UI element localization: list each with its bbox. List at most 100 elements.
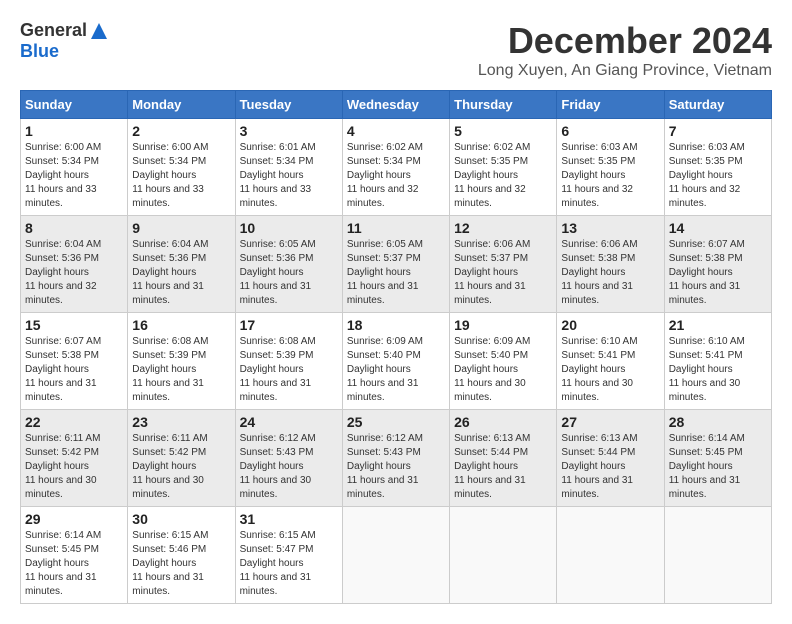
day-info: Sunrise: 6:10 AMSunset: 5:41 PMDaylight … (561, 335, 659, 405)
day-number: 16 (132, 317, 230, 333)
weekday-header-tuesday: Tuesday (235, 91, 342, 119)
calendar-week-row: 8Sunrise: 6:04 AMSunset: 5:36 PMDaylight… (21, 216, 772, 313)
day-info: Sunrise: 6:10 AMSunset: 5:41 PMDaylight … (669, 335, 767, 405)
calendar-cell: 30 Sunrise: 6:15 AMSunset: 5:46 PMDayligh… (128, 507, 235, 604)
day-number: 15 (25, 317, 123, 333)
logo-blue-text: Blue (20, 41, 59, 62)
calendar-cell: 26 Sunrise: 6:13 AMSunset: 5:44 PMDayligh… (450, 410, 557, 507)
day-info: Sunrise: 6:04 AMSunset: 5:36 PMDaylight … (25, 238, 123, 308)
weekday-header-monday: Monday (128, 91, 235, 119)
calendar-cell: 19Sunrise: 6:09 AMSunset: 5:40 PMDayligh… (450, 313, 557, 410)
calendar-cell (342, 507, 449, 604)
calendar-cell: 4Sunrise: 6:02 AMSunset: 5:34 PMDaylight… (342, 119, 449, 216)
weekday-header-sunday: Sunday (21, 91, 128, 119)
day-info: Sunrise: 6:11 AMSunset: 5:42 PMDaylight … (25, 432, 123, 502)
weekday-header-saturday: Saturday (664, 91, 771, 119)
logo: General Blue (20, 20, 111, 62)
day-number: 7 (669, 123, 767, 139)
calendar-cell: 6 Sunrise: 6:03 AMSunset: 5:35 PMDaylight… (557, 119, 664, 216)
day-info: Sunrise: 6:01 AMSunset: 5:34 PMDaylight … (240, 141, 338, 211)
day-info: Sunrise: 6:13 AMSunset: 5:44 PMDaylight … (454, 432, 552, 502)
day-info: Sunrise: 6:02 AMSunset: 5:34 PMDaylight … (347, 141, 445, 211)
day-number: 30 (132, 511, 230, 527)
day-info: Sunrise: 6:03 AMSunset: 5:35 PMDaylight … (561, 141, 659, 211)
day-number: 25 (347, 414, 445, 430)
calendar-cell: 16Sunrise: 6:08 AMSunset: 5:39 PMDayligh… (128, 313, 235, 410)
calendar-cell: 17 Sunrise: 6:08 AMSunset: 5:39 PMDayligh… (235, 313, 342, 410)
calendar-cell: 20 Sunrise: 6:10 AMSunset: 5:41 PMDayligh… (557, 313, 664, 410)
calendar-cell: 23 Sunrise: 6:11 AMSunset: 5:42 PMDayligh… (128, 410, 235, 507)
day-info: Sunrise: 6:12 AMSunset: 5:43 PMDaylight … (347, 432, 445, 502)
day-info: Sunrise: 6:02 AMSunset: 5:35 PMDaylight … (454, 141, 552, 211)
calendar-cell: 18Sunrise: 6:09 AMSunset: 5:40 PMDayligh… (342, 313, 449, 410)
day-number: 21 (669, 317, 767, 333)
calendar-cell: 31 Sunrise: 6:15 AMSunset: 5:47 PMDayligh… (235, 507, 342, 604)
weekday-header-wednesday: Wednesday (342, 91, 449, 119)
day-number: 1 (25, 123, 123, 139)
calendar-week-row: 15 Sunrise: 6:07 AMSunset: 5:38 PMDayligh… (21, 313, 772, 410)
calendar-cell: 10 Sunrise: 6:05 AMSunset: 5:36 PMDayligh… (235, 216, 342, 313)
day-number: 31 (240, 511, 338, 527)
calendar-cell: 14Sunrise: 6:07 AMSunset: 5:38 PMDayligh… (664, 216, 771, 313)
day-number: 22 (25, 414, 123, 430)
day-number: 3 (240, 123, 338, 139)
calendar-cell: 21 Sunrise: 6:10 AMSunset: 5:41 PMDayligh… (664, 313, 771, 410)
day-number: 17 (240, 317, 338, 333)
day-number: 2 (132, 123, 230, 139)
day-info: Sunrise: 6:12 AMSunset: 5:43 PMDaylight … (240, 432, 338, 502)
day-info: Sunrise: 6:14 AMSunset: 5:45 PMDaylight … (669, 432, 767, 502)
calendar-cell: 22 Sunrise: 6:11 AMSunset: 5:42 PMDayligh… (21, 410, 128, 507)
title-area: December 2024 Long Xuyen, An Giang Provi… (478, 20, 772, 80)
calendar-table: SundayMondayTuesdayWednesdayThursdayFrid… (20, 90, 772, 604)
day-number: 29 (25, 511, 123, 527)
logo-icon (89, 21, 109, 41)
calendar-cell: 9Sunrise: 6:04 AMSunset: 5:36 PMDaylight… (128, 216, 235, 313)
weekday-header-friday: Friday (557, 91, 664, 119)
logo-general-text: General (20, 20, 87, 41)
calendar-cell: 27 Sunrise: 6:13 AMSunset: 5:44 PMDayligh… (557, 410, 664, 507)
calendar-cell: 8Sunrise: 6:04 AMSunset: 5:36 PMDaylight… (21, 216, 128, 313)
day-number: 24 (240, 414, 338, 430)
day-number: 11 (347, 220, 445, 236)
calendar-cell: 13Sunrise: 6:06 AMSunset: 5:38 PMDayligh… (557, 216, 664, 313)
day-info: Sunrise: 6:15 AMSunset: 5:47 PMDaylight … (240, 529, 338, 599)
calendar-cell: 5 Sunrise: 6:02 AMSunset: 5:35 PMDaylight… (450, 119, 557, 216)
day-info: Sunrise: 6:06 AMSunset: 5:37 PMDaylight … (454, 238, 552, 308)
day-number: 26 (454, 414, 552, 430)
calendar-cell: 24 Sunrise: 6:12 AMSunset: 5:43 PMDayligh… (235, 410, 342, 507)
day-info: Sunrise: 6:07 AMSunset: 5:38 PMDaylight … (25, 335, 123, 405)
calendar-cell: 28 Sunrise: 6:14 AMSunset: 5:45 PMDayligh… (664, 410, 771, 507)
day-info: Sunrise: 6:13 AMSunset: 5:44 PMDaylight … (561, 432, 659, 502)
day-info: Sunrise: 6:15 AMSunset: 5:46 PMDaylight … (132, 529, 230, 599)
day-number: 6 (561, 123, 659, 139)
header: General Blue December 2024 Long Xuyen, A… (20, 20, 772, 80)
day-info: Sunrise: 6:08 AMSunset: 5:39 PMDaylight … (240, 335, 338, 405)
calendar-cell: 1Sunrise: 6:00 AMSunset: 5:34 PMDaylight… (21, 119, 128, 216)
day-number: 5 (454, 123, 552, 139)
day-info: Sunrise: 6:05 AMSunset: 5:37 PMDaylight … (347, 238, 445, 308)
day-number: 13 (561, 220, 659, 236)
calendar-week-row: 1 Sunrise: 6:00 AMSunset: 5:34 PMDaylight… (21, 119, 772, 216)
day-number: 28 (669, 414, 767, 430)
calendar-cell: 12 Sunrise: 6:06 AMSunset: 5:37 PMDayligh… (450, 216, 557, 313)
calendar-cell: 2 Sunrise: 6:00 AMSunset: 5:34 PMDaylight… (128, 119, 235, 216)
day-info: Sunrise: 6:11 AMSunset: 5:42 PMDaylight … (132, 432, 230, 502)
month-title: December 2024 (478, 20, 772, 62)
day-number: 18 (347, 317, 445, 333)
day-info: Sunrise: 6:00 AMSunset: 5:34 PMDaylight … (132, 141, 230, 211)
day-info: Sunrise: 6:03 AMSunset: 5:35 PMDaylight … (669, 141, 767, 211)
day-info: Sunrise: 6:05 AMSunset: 5:36 PMDaylight … (240, 238, 338, 308)
calendar-cell (557, 507, 664, 604)
weekday-header-thursday: Thursday (450, 91, 557, 119)
day-number: 10 (240, 220, 338, 236)
day-number: 9 (132, 220, 230, 236)
day-info: Sunrise: 6:09 AMSunset: 5:40 PMDaylight … (454, 335, 552, 405)
calendar-cell (450, 507, 557, 604)
calendar-cell: 29Sunrise: 6:14 AMSunset: 5:45 PMDayligh… (21, 507, 128, 604)
day-number: 12 (454, 220, 552, 236)
day-number: 20 (561, 317, 659, 333)
day-number: 14 (669, 220, 767, 236)
day-number: 27 (561, 414, 659, 430)
calendar-week-row: 22 Sunrise: 6:11 AMSunset: 5:42 PMDayligh… (21, 410, 772, 507)
day-number: 23 (132, 414, 230, 430)
